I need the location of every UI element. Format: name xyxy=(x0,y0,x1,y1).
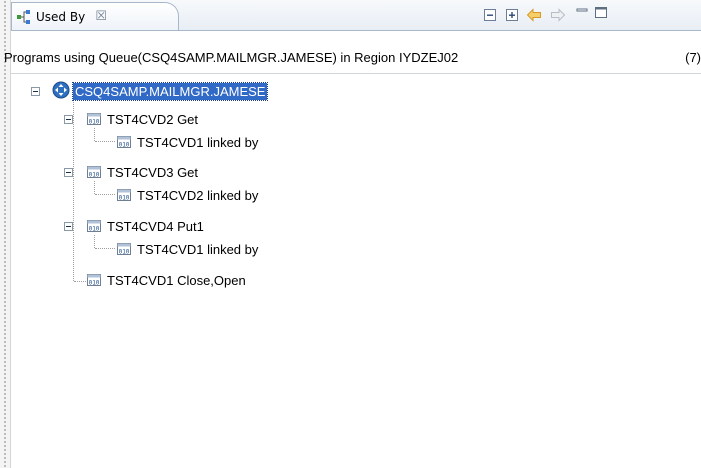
maximize-icon[interactable] xyxy=(593,4,609,20)
linked-program-label: TST4CVD1 linked by xyxy=(137,134,259,150)
tree-connector xyxy=(94,181,95,194)
svg-text:010: 010 xyxy=(89,119,100,126)
result-count: (7) xyxy=(685,50,701,65)
linked-program-label: TST4CVD1 linked by xyxy=(137,241,259,257)
collapse-toggle-root[interactable] xyxy=(31,87,40,96)
left-gutter xyxy=(0,0,11,468)
collapse-toggle[interactable] xyxy=(64,168,73,177)
program-binary-icon: 010 xyxy=(87,220,101,233)
tree-child-item[interactable]: 010 TST4CVD1 linked by xyxy=(116,132,260,152)
program-binary-icon: 010 xyxy=(87,113,101,126)
linked-program-label: TST4CVD2 linked by xyxy=(137,187,259,203)
program-label: TST4CVD1 Close,Open xyxy=(107,272,246,288)
program-label: TST4CVD3 Get xyxy=(107,164,199,180)
programs-summary-line: Programs using Queue(CSQ4SAMP.MAILMGR.JA… xyxy=(4,50,701,68)
collapse-all-icon[interactable] xyxy=(482,7,498,23)
tree-item[interactable]: 010 TST4CVD2 Get xyxy=(86,109,200,129)
tree-connector xyxy=(73,87,74,281)
forward-arrow-icon[interactable] xyxy=(550,7,566,23)
used-by-icon xyxy=(16,9,34,25)
expand-all-icon[interactable] xyxy=(504,7,520,23)
program-binary-icon: 010 xyxy=(87,274,101,287)
program-binary-icon: 010 xyxy=(117,189,131,202)
collapse-toggle[interactable] xyxy=(64,222,73,231)
program-label: TST4CVD2 Get xyxy=(107,111,199,127)
tree-connector xyxy=(95,248,115,249)
tab-used-by[interactable]: Used By ☒ xyxy=(11,2,179,30)
tree-root-node[interactable]: CSQ4SAMP.MAILMGR.JAMESE xyxy=(52,81,269,102)
svg-text:010: 010 xyxy=(89,226,100,233)
view-tab-bar: Used By ☒ xyxy=(11,0,701,31)
tree-item[interactable]: 010 TST4CVD1 Close,Open xyxy=(86,270,248,290)
close-icon[interactable]: ☒ xyxy=(95,9,107,24)
tree-connector xyxy=(94,128,95,141)
tree-connector xyxy=(95,194,115,195)
program-binary-icon: 010 xyxy=(117,243,131,256)
back-arrow-icon[interactable] xyxy=(526,7,542,23)
program-binary-icon: 010 xyxy=(117,136,131,149)
svg-text:010: 010 xyxy=(89,280,100,287)
program-label: TST4CVD4 Put1 xyxy=(107,218,204,234)
collapse-toggle[interactable] xyxy=(64,115,73,124)
summary-text: Programs using Queue(CSQ4SAMP.MAILMGR.JA… xyxy=(4,50,459,65)
root-queue-label: CSQ4SAMP.MAILMGR.JAMESE xyxy=(71,81,269,101)
tree-connector xyxy=(94,235,95,248)
tree-item[interactable]: 010 TST4CVD3 Get xyxy=(86,162,200,182)
used-by-tree: CSQ4SAMP.MAILMGR.JAMESE 010 TST4CVD2 Get… xyxy=(11,75,701,468)
queue-icon xyxy=(52,81,70,102)
svg-text:010: 010 xyxy=(89,172,100,179)
tree-child-item[interactable]: 010 TST4CVD1 linked by xyxy=(116,239,260,259)
minimize-icon[interactable] xyxy=(574,4,590,20)
tree-child-item[interactable]: 010 TST4CVD2 linked by xyxy=(116,185,260,205)
program-binary-icon: 010 xyxy=(87,166,101,179)
svg-text:010: 010 xyxy=(119,249,130,256)
tree-item[interactable]: 010 TST4CVD4 Put1 xyxy=(86,216,206,236)
tab-label: Used By xyxy=(36,9,86,24)
tree-connector xyxy=(95,141,115,142)
svg-text:010: 010 xyxy=(119,195,130,202)
svg-text:010: 010 xyxy=(119,142,130,149)
divider xyxy=(11,73,701,74)
